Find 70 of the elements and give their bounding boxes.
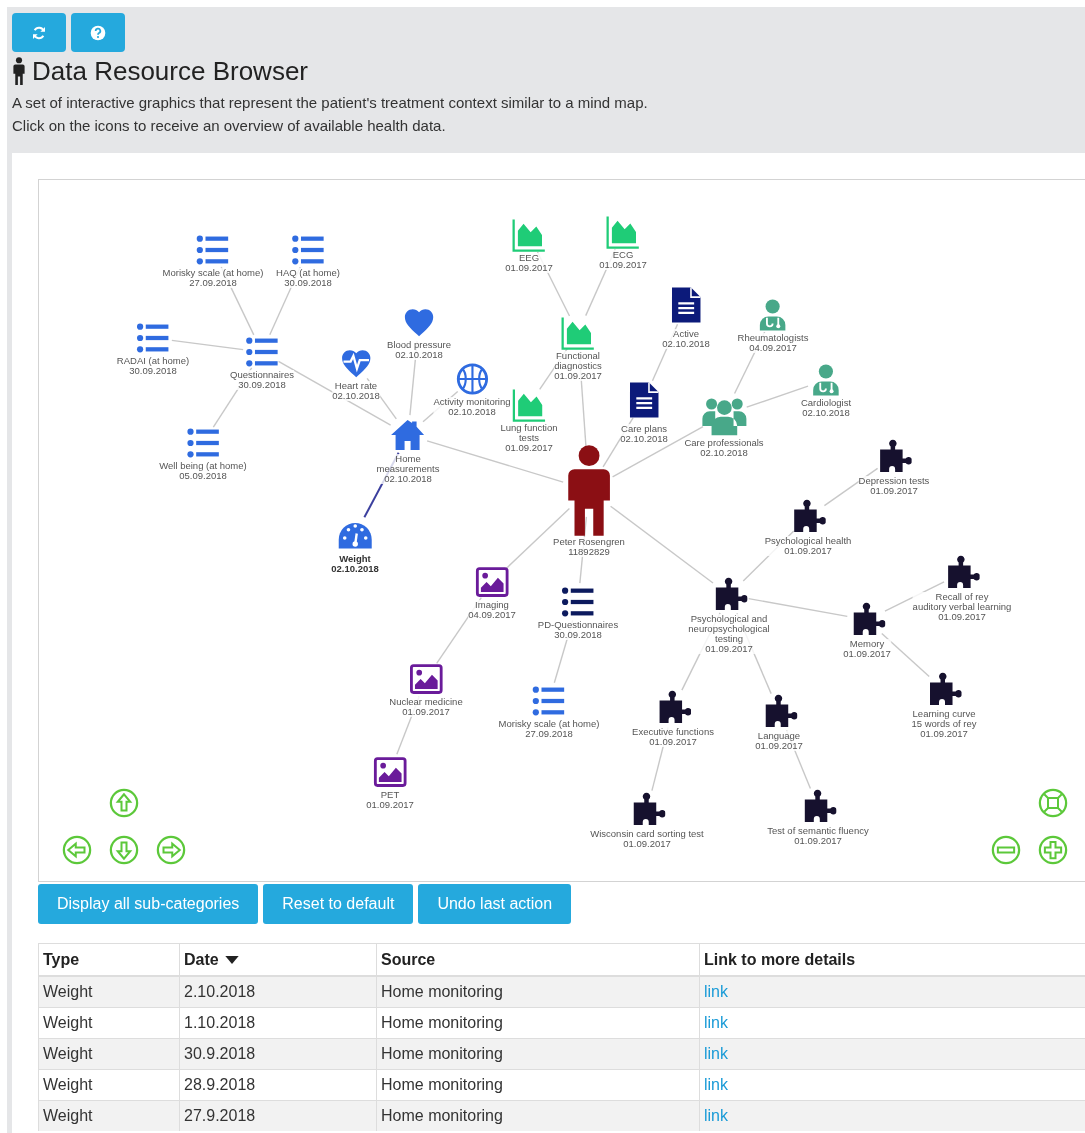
node-label: Depression tests 01.09.2017 [858,476,930,496]
table-cell: 2.10.2018 [184,983,256,1000]
node-label: Test of semantic fluency 01.09.2017 [767,826,869,846]
node-label: Psychological health 01.09.2017 [764,536,852,556]
refresh-icon [31,24,47,41]
table-cell: Home monitoring [381,1107,503,1124]
details-link[interactable]: link [704,983,728,1000]
node-label: Functional diagnostics 01.09.2017 [554,351,602,381]
node-label: Language 01.09.2017 [755,731,803,751]
node-label: Care professionals 02.10.2018 [684,438,764,458]
table-cell: Weight [43,1076,93,1093]
node-label: Executive functions 01.09.2017 [632,727,714,747]
node-label: Activity monitoring 02.10.2018 [433,397,511,417]
node-label: Cardiologist 02.10.2018 [800,398,852,418]
node-label: Rheumatologists 04.09.2017 [737,333,809,353]
node-label: Memory 01.09.2017 [843,639,891,659]
node-label: Care plans 02.10.2018 [620,424,668,444]
node-label: Morisky scale (at home) 27.09.2018 [498,719,600,739]
person-icon [12,57,26,85]
details-link[interactable]: link [704,1045,728,1062]
table-cell: Home monitoring [381,1076,503,1093]
node-label: Psychological and neuropsychological testing 01.09.2017 [688,614,770,654]
table-cell: Home monitoring [381,983,503,1000]
column-header[interactable]: Type [43,950,80,969]
node-label: PET 01.09.2017 [366,790,414,810]
details-link[interactable]: link [704,1107,728,1124]
node-label: Nuclear medicine 01.09.2017 [389,697,463,717]
node-label: Well being (at home) 05.09.2018 [159,461,247,481]
table-cell: Weight [43,1045,93,1062]
help-button[interactable] [71,13,125,52]
table-cell: Home monitoring [381,1045,503,1062]
action-button[interactable]: Display all sub-categories [38,884,259,924]
node-label: Recall of rey auditory verbal learning 01.09.2017 [912,592,1012,622]
node-label: Weight 02.10.2018 [331,554,379,574]
table-cell: 30.9.2018 [184,1045,256,1062]
node-label: Imaging 04.09.2017 [468,600,516,620]
table-cell: Weight [43,983,93,1000]
description-text: A set of interactive graphics that represent the patient's treatment context similar to a mind map. [12,93,649,113]
details-link[interactable]: link [704,1076,728,1093]
column-header[interactable]: Date [184,950,239,969]
table-cell: Home monitoring [381,1014,503,1031]
node-label: Wisconsin card sorting test 01.09.2017 [590,829,704,849]
details-link[interactable]: link [704,1014,728,1031]
action-button[interactable]: Undo last action [418,884,572,924]
node-label: Lung function tests 01.09.2017 [500,423,558,453]
description-text: Click on the icons to receive an overview of available health data. [12,116,447,136]
table-cell: 28.9.2018 [184,1076,256,1093]
action-button[interactable]: Reset to default [263,884,414,924]
help-icon [90,24,106,41]
table-cell: 1.10.2018 [184,1014,256,1031]
node-label: Questionnaires 30.09.2018 [230,370,294,390]
table-cell: Weight [43,1014,93,1031]
node-label: Heart rate 02.10.2018 [332,381,380,401]
node-label: Active 02.10.2018 [662,329,710,349]
node-label: HAQ (at home) 30.09.2018 [276,268,340,288]
node-label: Peter Rosengren 11892829 [553,537,625,557]
column-header[interactable]: Source [381,950,436,969]
node-label: PD-Questionnaires 30.09.2018 [537,620,619,640]
node-label: RADAI (at home) 30.09.2018 [116,356,190,376]
table-cell: 27.9.2018 [184,1107,256,1124]
node-label: Learning curve 15 words of rey 01.09.2017 [911,709,977,739]
page-title: Data Resource Browser [32,55,308,87]
node-label: Blood pressure 02.10.2018 [387,340,451,360]
table-cell: Weight [43,1107,93,1124]
ball-icon[interactable] [455,362,489,396]
sort-descending-icon[interactable] [224,955,239,964]
node-label: Home measurements 02.10.2018 [376,454,440,484]
node-label: ECG 01.09.2017 [599,250,647,270]
node-label: Morisky scale (at home) 27.09.2018 [162,268,264,288]
node-label: EEG 01.09.2017 [505,253,553,273]
